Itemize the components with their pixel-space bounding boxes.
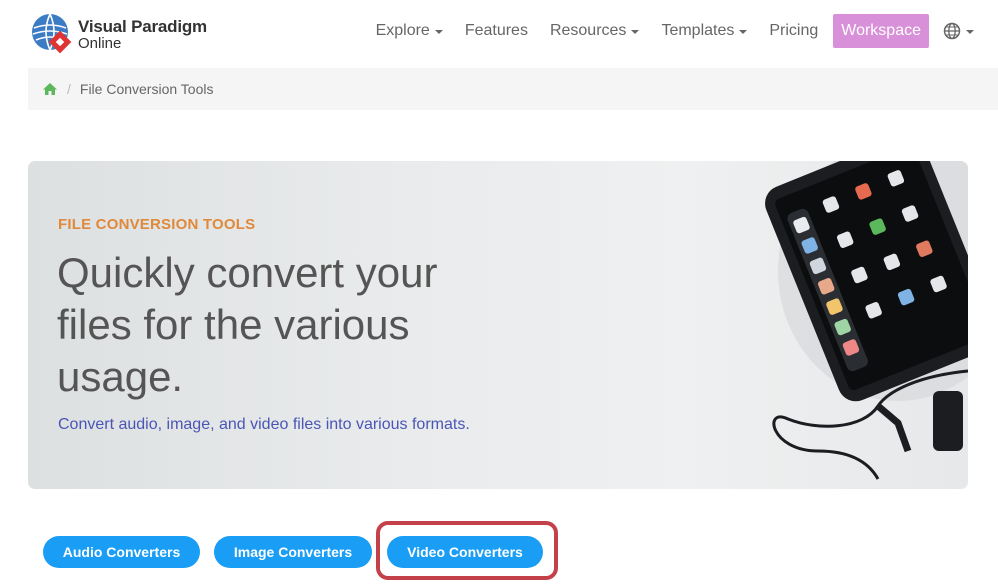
workspace-button[interactable]: Workspace xyxy=(833,14,929,48)
caret-down-icon xyxy=(966,30,974,34)
audio-converters-button[interactable]: Audio Converters xyxy=(43,536,200,568)
nav-pricing[interactable]: Pricing xyxy=(769,22,818,40)
nav-features[interactable]: Features xyxy=(465,22,528,40)
hero-subtitle: Convert audio, image, and video files in… xyxy=(58,416,470,433)
page: Visual Paradigm Online Explore Features … xyxy=(0,0,998,588)
brand-subname: Online xyxy=(78,34,122,52)
language-selector[interactable] xyxy=(943,22,974,40)
main-nav: Explore Features Resources Templates Pri… xyxy=(354,14,974,48)
nav-resources-label: Resources xyxy=(549,22,627,39)
globe-icon xyxy=(943,22,961,40)
home-icon[interactable] xyxy=(42,82,58,96)
nav-features-label: Features xyxy=(464,22,528,39)
brand-logo[interactable]: Visual Paradigm Online xyxy=(30,12,207,56)
nav-templates-label: Templates xyxy=(661,22,735,39)
highlight-box xyxy=(376,521,558,580)
caret-down-icon xyxy=(631,30,640,34)
nav-resources[interactable]: Resources xyxy=(549,22,640,40)
breadcrumb-separator: / xyxy=(67,81,71,97)
nav-pricing-label: Pricing xyxy=(769,22,819,39)
visual-paradigm-logo-icon xyxy=(32,13,72,54)
hero-title: Quickly convert your files for the vario… xyxy=(57,249,438,400)
nav-explore-label: Explore xyxy=(375,22,430,39)
top-navbar: Visual Paradigm Online Explore Features … xyxy=(0,0,998,68)
nav-templates[interactable]: Templates xyxy=(661,22,748,40)
brand-name: Visual Paradigm xyxy=(78,16,207,36)
hero-banner: FILE CONVERSION TOOLS Quickly convert yo… xyxy=(28,161,968,489)
caret-down-icon xyxy=(739,30,748,34)
nav-explore[interactable]: Explore xyxy=(376,22,443,40)
hero-tag: FILE CONVERSION TOOLS xyxy=(58,216,256,233)
image-converters-button[interactable]: Image Converters xyxy=(214,536,372,568)
breadcrumb-current: File Conversion Tools xyxy=(79,81,214,97)
breadcrumb: / File Conversion Tools xyxy=(28,68,998,110)
caret-down-icon xyxy=(434,30,443,34)
